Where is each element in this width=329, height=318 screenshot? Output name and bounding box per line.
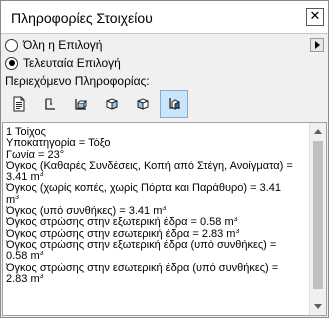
- element-info-window: Πληροφορίες Στοιχείου ✕ Όλη η Επιλογή Τε…: [0, 0, 329, 318]
- radio-last-selection[interactable]: Τελευταία Επιλογή: [5, 55, 121, 71]
- unit-superscript: 3: [39, 273, 44, 280]
- document-list-button[interactable]: [5, 90, 33, 118]
- scroll-down-arrow-icon[interactable]: [310, 298, 326, 315]
- info-line-text: 2.83 m: [6, 273, 40, 285]
- scroll-up-arrow-icon[interactable]: [310, 123, 326, 140]
- info-line: Όγκος (υπό συνθήκες) = 3.41 m3: [6, 206, 303, 217]
- radio-last-selection-label: Τελευταία Επιλογή: [23, 56, 121, 70]
- document-list-icon: [13, 96, 25, 112]
- info-line: 0.58 m3: [6, 251, 303, 262]
- info-line: Όγκος (Καθαρές Συνδέσεις, Κοπή από Στέγη…: [6, 160, 293, 172]
- content-label: Περιεχόμενο Πληροφορίας:: [5, 74, 150, 88]
- info-line: Όγκος στρώσης στην εσωτερική έδρα = 2.83…: [6, 229, 303, 240]
- content-toolbar: [5, 90, 191, 118]
- info-content: 1 Τοίχος Υποκατηγορία = Τόξο Γωνία = 23°…: [6, 127, 303, 285]
- element-3d-side-icon: [137, 98, 149, 110]
- unit-superscript: 3: [233, 217, 238, 224]
- info-line: 1 Τοίχος: [6, 127, 46, 138]
- info-line: m3: [6, 195, 303, 206]
- info-line: Όγκος (χωρίς κοπές, χωρίς Πόρτα και Παρά…: [6, 183, 282, 195]
- info-line: Υποκατηγορία = Τόξο: [6, 138, 111, 150]
- info-text-area[interactable]: 1 Τοίχος Υποκατηγορία = Τόξο Γωνία = 23°…: [2, 122, 327, 316]
- unit-superscript: 3: [162, 206, 167, 213]
- element-section-button[interactable]: [67, 90, 95, 118]
- info-line: Όγκος στρώσης στην εξωτερική έδρα = 0.58…: [6, 217, 303, 228]
- unit-superscript: 3: [15, 194, 20, 201]
- window-title: Πληροφορίες Στοιχείου: [11, 10, 153, 26]
- info-line-text: Όγκος (υπό συνθήκες) = 3.41 m: [6, 206, 163, 218]
- info-line: Γωνία = 23°: [6, 149, 65, 161]
- expand-arrow-icon[interactable]: [310, 38, 324, 52]
- close-icon: ✕: [309, 9, 321, 24]
- info-line-text: Όγκος στρώσης στην εξωτερική έδρα = 0.58…: [6, 217, 234, 229]
- info-line-text: m: [6, 194, 16, 206]
- element-outline-icon: [45, 98, 55, 110]
- element-outline-button[interactable]: [36, 90, 64, 118]
- close-button[interactable]: ✕: [306, 8, 324, 26]
- radio-last-selection-indicator[interactable]: [5, 56, 18, 70]
- unit-superscript: 3: [39, 251, 44, 258]
- unit-superscript: 3: [39, 172, 44, 179]
- title-bar[interactable]: Πληροφορίες Στοιχείου ✕: [1, 1, 328, 34]
- scroll-thumb[interactable]: [313, 141, 323, 289]
- unit-superscript: 3: [235, 228, 240, 235]
- element-section-icon: [75, 99, 88, 110]
- element-3d-box-button[interactable]: [98, 90, 126, 118]
- info-line-text: 0.58 m: [6, 251, 40, 263]
- radio-all-selection[interactable]: Όλη η Επιλογή: [5, 37, 102, 53]
- element-3d-selected-button[interactable]: [160, 90, 188, 118]
- info-line: Όγκος στρώσης στην εσωτερική έδρα (υπό σ…: [6, 262, 279, 274]
- radio-all-selection-indicator[interactable]: [5, 38, 18, 52]
- info-line: 3.41 m3: [6, 172, 303, 183]
- radio-all-selection-label: Όλη η Επιλογή: [23, 38, 103, 52]
- element-3d-side-button[interactable]: [129, 90, 157, 118]
- element-3d-selected-icon: [169, 98, 180, 110]
- info-line-text: 3.41 m: [6, 172, 40, 184]
- info-line: Όγκος στρώσης στην εξωτερική έδρα (υπό σ…: [6, 239, 277, 251]
- info-line-text: Όγκος στρώσης στην εσωτερική έδρα = 2.83…: [6, 228, 236, 240]
- vertical-scrollbar[interactable]: [309, 123, 326, 315]
- element-3d-box-icon: [106, 98, 118, 110]
- info-line: 2.83 m3: [6, 274, 303, 285]
